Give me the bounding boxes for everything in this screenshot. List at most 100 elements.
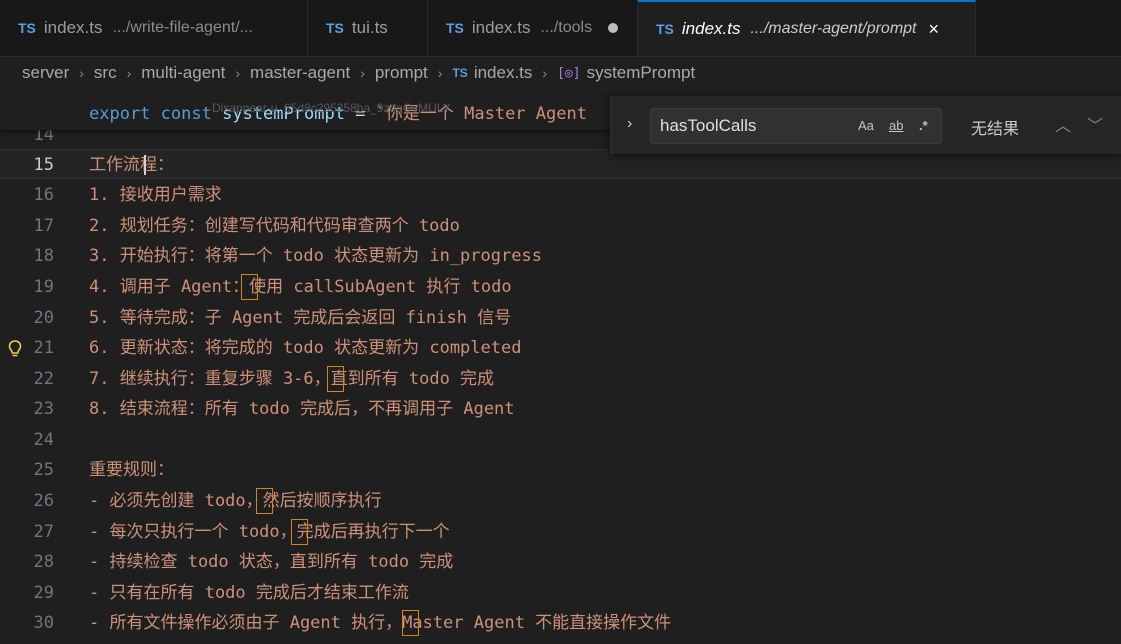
code-line[interactable]: 27 - 每次只执行一个 todo，完成后再执行下一个: [0, 517, 1121, 547]
chevron-right-icon: ›: [79, 65, 84, 81]
find-widget: › hasToolCalls Aa ab .* 无结果 ︿ ﹀: [610, 96, 1121, 154]
line-text: 3. 开始执行：将第一个 todo 状态更新为 in_progress: [89, 246, 542, 266]
character-highlight: [256, 488, 273, 514]
character-highlight: [291, 519, 308, 545]
line-text: 4. 调用子 Agent：使用 callSubAgent 执行 todo: [89, 277, 512, 297]
line-number: 20: [33, 308, 54, 328]
tab-tools-index[interactable]: TS index.ts .../tools: [428, 0, 638, 56]
breadcrumb-item[interactable]: index.ts: [474, 63, 533, 83]
code-line[interactable]: 23 8. 结束流程：所有 todo 完成后，不再调用子 Agent: [0, 394, 1121, 424]
line-number: 25: [33, 460, 54, 480]
typescript-icon: TS: [656, 21, 674, 37]
code-line[interactable]: 20 5. 等待完成：子 Agent 完成后会返回 finish 信号: [0, 303, 1121, 333]
watermark-text: Disappear-u_65d8c295258ba_9zdgOvMULY: [212, 101, 451, 115]
line-number: 17: [33, 216, 54, 236]
line-text: - 持续检查 todo 状态，直到所有 todo 完成: [89, 552, 454, 572]
typescript-icon: TS: [326, 20, 344, 36]
line-text: 6. 更新状态：将完成的 todo 状态更新为 completed: [89, 338, 522, 358]
line-number: 22: [33, 369, 54, 389]
breadcrumb-item[interactable]: server: [22, 63, 69, 83]
code-line[interactable]: 22 7. 继续执行：重复步骤 3-6，直到所有 todo 完成: [0, 364, 1121, 394]
tab-label: tui.ts: [351, 18, 388, 37]
regex-icon[interactable]: .*: [919, 118, 928, 133]
code-line[interactable]: 25 重要规则：: [0, 455, 1121, 485]
keyword: const: [160, 104, 212, 124]
character-highlight: [402, 610, 419, 636]
code-line[interactable]: 30 - 所有文件操作必须由子 Agent 执行，Master Agent 不能…: [0, 608, 1121, 638]
next-match-icon[interactable]: ﹀: [1087, 112, 1103, 136]
code-editor: TS index.ts .../write-file-agent/... TS …: [0, 0, 1121, 644]
chevron-right-icon: ›: [360, 65, 365, 81]
line-text: - 只有在所有 todo 完成后才结束工作流: [89, 583, 409, 603]
text-cursor: [144, 155, 146, 175]
tab-bar: TS index.ts .../write-file-agent/... TS …: [0, 0, 1121, 57]
tab-master-agent-prompt-index[interactable]: TS index.ts .../master-agent/prompt ×: [638, 0, 976, 56]
close-icon[interactable]: ×: [928, 19, 939, 40]
match-case-icon[interactable]: Aa: [858, 118, 874, 133]
line-text: - 所有文件操作必须由子 Agent 执行，Master Agent 不能直接操…: [89, 613, 672, 633]
line-number: 24: [33, 430, 54, 450]
code-line[interactable]: 29 - 只有在所有 todo 完成后才结束工作流: [0, 578, 1121, 608]
typescript-icon: TS: [446, 20, 464, 36]
line-number: 29: [33, 583, 54, 603]
code-area[interactable]: Disappear-u_65d8c295258ba_9zdgOvMULY exp…: [0, 96, 1121, 644]
line-number: 18: [33, 246, 54, 266]
keyword: export: [89, 104, 151, 124]
tab-path: .../master-agent/prompt: [750, 20, 917, 37]
code-line[interactable]: 26 - 必须先创建 todo，然后按顺序执行: [0, 486, 1121, 516]
find-result-count: 无结果: [971, 121, 1020, 138]
line-text: 2. 规划任务：创建写代码和代码审查两个 todo: [89, 216, 460, 236]
line-number: 19: [33, 277, 54, 297]
line-text: 7. 继续执行：重复步骤 3-6，直到所有 todo 完成: [89, 369, 495, 389]
line-text: 8. 结束流程：所有 todo 完成后，不再调用子 Agent: [89, 399, 515, 419]
code-line[interactable]: 19 4. 调用子 Agent：使用 callSubAgent 执行 todo: [0, 272, 1121, 302]
breadcrumb-item[interactable]: src: [94, 63, 117, 83]
typescript-icon: TS: [18, 20, 36, 36]
tab-path: .../tools: [540, 19, 593, 36]
tab-label: index.ts: [681, 19, 741, 38]
tab-write-file-agent-index[interactable]: TS index.ts .../write-file-agent/...: [0, 0, 308, 56]
chevron-right-icon: ›: [437, 65, 443, 81]
chevron-right-icon: ›: [235, 65, 241, 81]
code-line[interactable]: 28 - 持续检查 todo 状态，直到所有 todo 完成: [0, 547, 1121, 577]
line-number: 23: [33, 399, 54, 419]
previous-match-icon[interactable]: ︿: [1055, 112, 1071, 136]
line-number: 26: [33, 491, 54, 511]
breadcrumb-item[interactable]: systemPrompt: [587, 63, 696, 83]
line-number: 28: [33, 552, 54, 572]
breadcrumb-item[interactable]: multi-agent: [141, 63, 225, 83]
line-text: 工作流程：: [89, 155, 174, 175]
breadcrumb-item[interactable]: master-agent: [250, 63, 350, 83]
character-highlight: [327, 366, 344, 392]
line-number: 30: [33, 613, 54, 633]
variable-symbol-icon: [◎]: [557, 65, 581, 81]
line-number: 15: [33, 155, 54, 175]
line-number: 16: [33, 185, 54, 205]
code-line[interactable]: 21 6. 更新状态：将完成的 todo 状态更新为 completed: [0, 333, 1121, 363]
line-text: 重要规则：: [89, 460, 174, 480]
code-line[interactable]: 24: [0, 425, 1121, 455]
typescript-icon: TS: [452, 66, 468, 80]
whole-word-icon[interactable]: ab: [889, 118, 903, 133]
line-text: - 每次只执行一个 todo，完成后再执行下一个: [89, 522, 450, 542]
line-number: 27: [33, 522, 54, 542]
breadcrumb: server › src › multi-agent › master-agen…: [22, 60, 695, 86]
breadcrumb-item[interactable]: prompt: [375, 63, 428, 83]
line-text: 1. 接收用户需求: [89, 185, 222, 205]
chevron-right-icon: ›: [542, 65, 548, 81]
line-text: - 必须先创建 todo，然后按顺序执行: [89, 491, 382, 511]
character-highlight: [241, 274, 258, 300]
tab-label: index.ts: [43, 18, 103, 37]
code-line[interactable]: 17 2. 规划任务：创建写代码和代码审查两个 todo: [0, 211, 1121, 241]
unsaved-dot-icon[interactable]: [608, 23, 619, 33]
tab-label: index.ts: [471, 18, 531, 37]
code-line[interactable]: 18 3. 开始执行：将第一个 todo 状态更新为 in_progress: [0, 241, 1121, 271]
code-line[interactable]: 16 1. 接收用户需求: [0, 180, 1121, 210]
line-text: 5. 等待完成：子 Agent 完成后会返回 finish 信号: [89, 308, 512, 328]
chevron-right-icon: ›: [126, 65, 132, 81]
tab-tui[interactable]: TS tui.ts: [308, 0, 428, 56]
toggle-replace-chevron-icon[interactable]: ›: [627, 115, 632, 133]
find-input[interactable]: hasToolCalls: [660, 116, 756, 136]
tab-path: .../write-file-agent/...: [112, 19, 253, 36]
find-input-box[interactable]: hasToolCalls Aa ab .*: [650, 108, 942, 144]
